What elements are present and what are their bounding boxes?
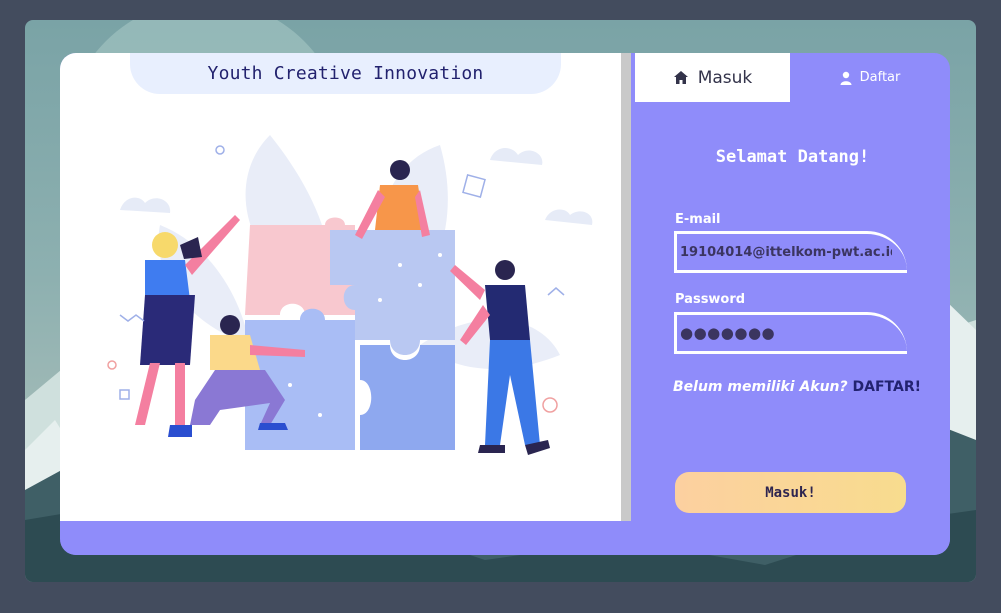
card-footer-bar xyxy=(60,521,950,555)
panel-divider xyxy=(621,53,631,521)
tab-register-label: Daftar xyxy=(859,70,901,85)
signup-prompt: Belum memiliki Akun? DAFTAR! xyxy=(673,379,950,395)
home-icon xyxy=(673,71,688,84)
password-field-frame xyxy=(674,312,907,354)
tab-login-label: Masuk xyxy=(697,67,753,88)
email-label: E-mail xyxy=(675,212,721,227)
brand-title: Youth Creative Innovation xyxy=(207,63,484,84)
login-submit-button[interactable]: Masuk! xyxy=(675,472,906,513)
signup-link[interactable]: DAFTAR! xyxy=(853,379,921,395)
email-field-underline xyxy=(674,270,907,273)
password-label: Password xyxy=(675,292,746,307)
user-icon xyxy=(840,71,852,85)
password-field-underline xyxy=(674,351,907,354)
email-field-frame xyxy=(674,231,907,273)
tab-login[interactable]: Masuk xyxy=(635,53,790,102)
password-field[interactable] xyxy=(677,315,892,351)
welcome-heading: Selamat Datang! xyxy=(715,147,870,167)
signup-prompt-text: Belum memiliki Akun? xyxy=(673,379,848,395)
tab-register[interactable]: Daftar xyxy=(790,53,950,102)
brand-banner: Youth Creative Innovation xyxy=(130,53,561,94)
email-field[interactable] xyxy=(677,234,892,270)
teamwork-puzzle-illustration xyxy=(107,135,593,455)
